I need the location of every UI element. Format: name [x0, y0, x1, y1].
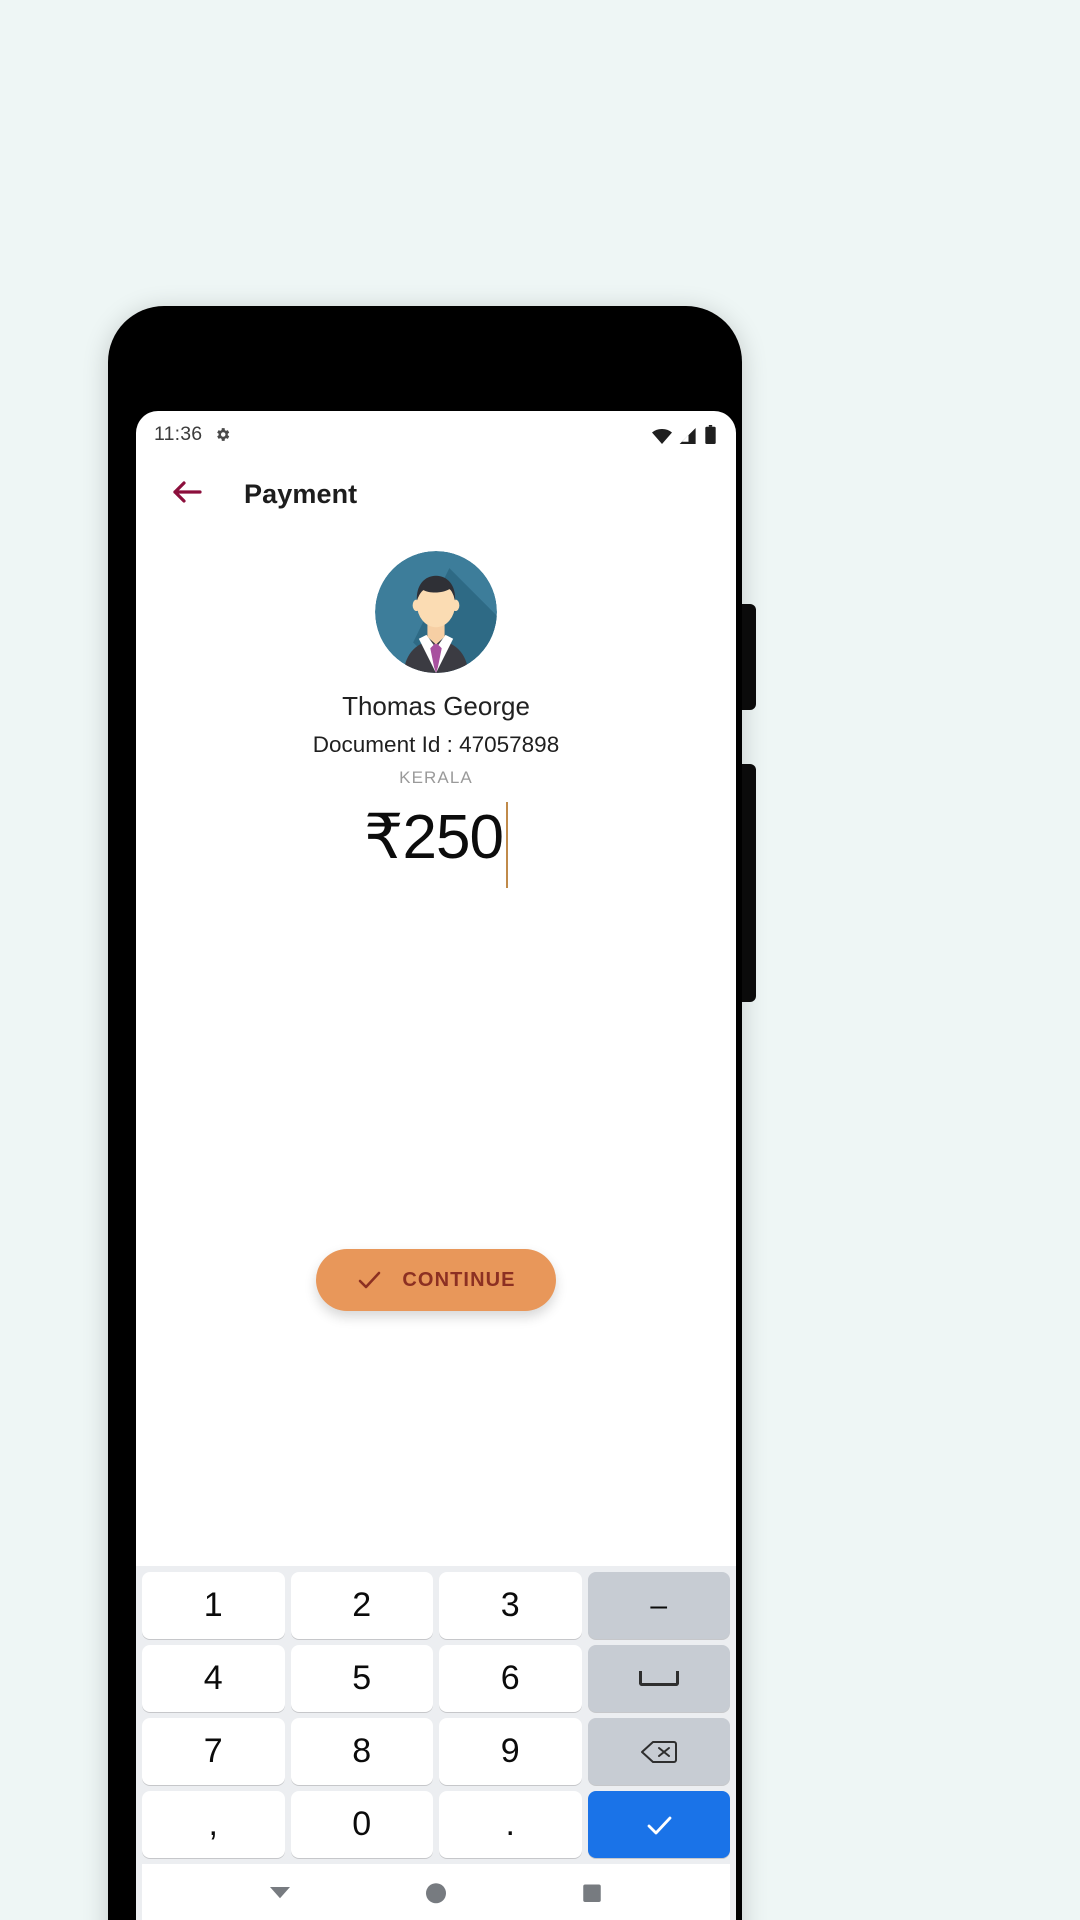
key-7[interactable]: 7: [142, 1718, 285, 1785]
arrow-left-icon: [171, 479, 203, 510]
keyboard-row: 1 2 3 –: [142, 1572, 730, 1639]
back-nav-icon[interactable]: [265, 1877, 295, 1907]
state-label: KERALA: [399, 768, 473, 787]
key-3-label: 3: [500, 1586, 520, 1624]
key-7-label: 7: [203, 1732, 223, 1770]
key-comma[interactable]: ,: [142, 1791, 285, 1858]
battery-icon: [705, 424, 716, 444]
key-0-label: 0: [352, 1805, 372, 1843]
home-nav-icon[interactable]: [421, 1877, 451, 1907]
avatar: [375, 551, 497, 673]
signal-icon: [679, 427, 698, 444]
back-button[interactable]: [166, 473, 208, 515]
key-0[interactable]: 0: [290, 1791, 433, 1858]
key-4-label: 4: [203, 1659, 223, 1697]
key-period[interactable]: .: [439, 1791, 582, 1858]
key-space[interactable]: [587, 1645, 730, 1712]
check-icon: [644, 1810, 674, 1840]
backspace-icon: [640, 1739, 677, 1765]
wifi-icon: [652, 428, 672, 444]
status-time: 11:36: [154, 422, 203, 445]
key-4[interactable]: 4: [142, 1645, 285, 1712]
recents-nav-icon[interactable]: [577, 1877, 607, 1907]
key-2-label: 2: [352, 1586, 372, 1624]
continue-button[interactable]: CONTINUE: [316, 1249, 556, 1311]
keyboard-row: 7 8 9: [142, 1718, 730, 1785]
status-bar-left: 11:36: [154, 423, 231, 446]
amount-input[interactable]: ₹250: [364, 802, 508, 888]
key-enter[interactable]: [587, 1791, 730, 1858]
space-icon: [638, 1671, 679, 1686]
keyboard-row: 4 5 6: [142, 1645, 730, 1712]
key-6-label: 6: [500, 1659, 520, 1697]
keyboard-row: , 0.: [142, 1791, 730, 1858]
document-id: Document Id : 47057898: [312, 732, 560, 757]
status-bar: 11:36: [136, 411, 736, 457]
amount-value: ₹250: [364, 803, 504, 872]
page-title: Payment: [244, 478, 358, 509]
user-name: Thomas George: [342, 691, 530, 721]
key-comma-label: ,: [208, 1805, 218, 1843]
key-3[interactable]: 3: [439, 1572, 582, 1639]
status-bar-right: [652, 424, 716, 444]
key-8[interactable]: 8: [290, 1718, 433, 1785]
system-nav-bar: [142, 1864, 730, 1920]
keyboard-rows: 1 2 3 – 4 5 6 7 8 9, 0.: [142, 1572, 730, 1858]
key-6[interactable]: 6: [439, 1645, 582, 1712]
volume-button[interactable]: [742, 604, 756, 710]
key-minus[interactable]: –: [587, 1572, 730, 1639]
key-2[interactable]: 2: [290, 1572, 433, 1639]
key-9[interactable]: 9: [439, 1718, 582, 1785]
power-button[interactable]: [742, 764, 756, 1002]
screenshot-root: 11:36 Payment Thomas George Document Id …: [0, 0, 1080, 1920]
key-5[interactable]: 5: [290, 1645, 433, 1712]
key-8-label: 8: [352, 1732, 372, 1770]
app-bar: Payment: [136, 457, 736, 531]
key-backspace[interactable]: [587, 1718, 730, 1785]
key-minus-label: –: [650, 1588, 668, 1622]
gear-icon: [214, 426, 231, 443]
text-caret: [505, 802, 508, 888]
continue-button-area: CONTINUE: [136, 1249, 736, 1311]
numeric-keyboard: 1 2 3 – 4 5 6 7 8 9, 0.: [136, 1566, 736, 1920]
continue-label: CONTINUE: [402, 1268, 516, 1291]
key-5-label: 5: [352, 1659, 372, 1697]
check-icon: [356, 1267, 382, 1293]
key-9-label: 9: [500, 1732, 520, 1770]
payment-content: Thomas George Document Id : 47057898 KER…: [136, 531, 736, 888]
key-period-label: .: [505, 1805, 515, 1843]
key-1[interactable]: 1: [142, 1572, 285, 1639]
key-1-label: 1: [203, 1586, 223, 1624]
phone-screen: 11:36 Payment Thomas George Document Id …: [136, 411, 736, 1920]
